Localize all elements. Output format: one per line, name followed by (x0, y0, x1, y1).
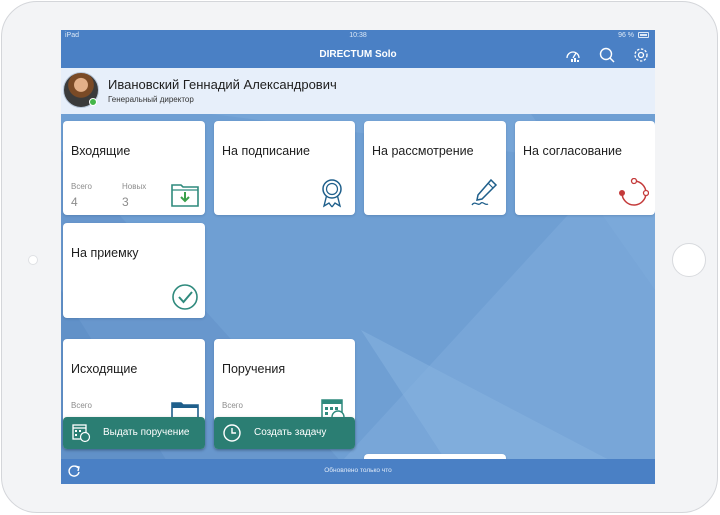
home-button[interactable] (672, 243, 706, 277)
issue-assignment-label: Выдать поручение (103, 427, 190, 438)
tile-title: На подписание (222, 144, 310, 158)
user-role: Генеральный директор (108, 95, 194, 104)
calendar-clock-icon (72, 424, 91, 443)
update-status: Обновлено только что (324, 467, 392, 474)
tile-review[interactable]: На рассмотрение (364, 121, 506, 215)
battery-icon (638, 32, 649, 38)
online-status-indicator (89, 98, 97, 106)
total-count: 4 (71, 195, 78, 209)
tile-title: Исходящие (71, 362, 138, 376)
tile-title: На приемку (71, 246, 139, 260)
check-circle-icon (172, 284, 198, 310)
bottom-toolbar: Обновлено только что (61, 459, 655, 484)
front-camera (28, 255, 38, 265)
clock-label: 10:38 (349, 32, 367, 39)
gear-icon[interactable] (632, 46, 650, 64)
cycle-icon (619, 178, 649, 206)
tile-signing[interactable]: На подписание (214, 121, 355, 215)
pen-signature-icon (471, 178, 498, 206)
battery-label: 96 % (618, 32, 635, 39)
tile-approval[interactable]: На согласование (515, 121, 655, 215)
user-profile-bar[interactable]: Ивановский Геннадий Александрович Генера… (61, 68, 655, 114)
total-label: Всего (71, 401, 92, 410)
tile-title: На рассмотрение (372, 144, 474, 158)
tile-incoming[interactable]: Входящие Всего 4 Новых 3 (63, 121, 205, 215)
issue-assignment-button[interactable]: Выдать поручение (63, 417, 205, 449)
app-screen: iPad 10:38 96 % DIRECTUM Solo Ивановский… (61, 30, 655, 484)
dashboard-icon[interactable] (564, 46, 582, 64)
tile-title: На согласование (523, 144, 622, 158)
seal-ribbon-icon (322, 179, 342, 208)
tile-acceptance[interactable]: На приемку (63, 223, 205, 318)
user-name: Ивановский Геннадий Александрович (108, 77, 337, 92)
total-label: Всего (71, 182, 92, 191)
new-count: 3 (122, 195, 129, 209)
search-icon[interactable] (598, 46, 616, 64)
navigation-bar: DIRECTUM Solo (61, 42, 655, 68)
inbox-download-icon (171, 184, 199, 207)
tile-title: Входящие (71, 144, 131, 158)
create-task-label: Создать задачу (254, 427, 327, 438)
tile-title: Поручения (222, 362, 286, 376)
clock-icon (223, 424, 241, 442)
battery-indicator: 96 % (618, 32, 649, 39)
new-label: Новых (122, 182, 147, 191)
create-task-button[interactable]: Создать задачу (214, 417, 355, 449)
status-bar: iPad 10:38 96 % (61, 30, 655, 42)
total-label: Всего (222, 401, 243, 410)
